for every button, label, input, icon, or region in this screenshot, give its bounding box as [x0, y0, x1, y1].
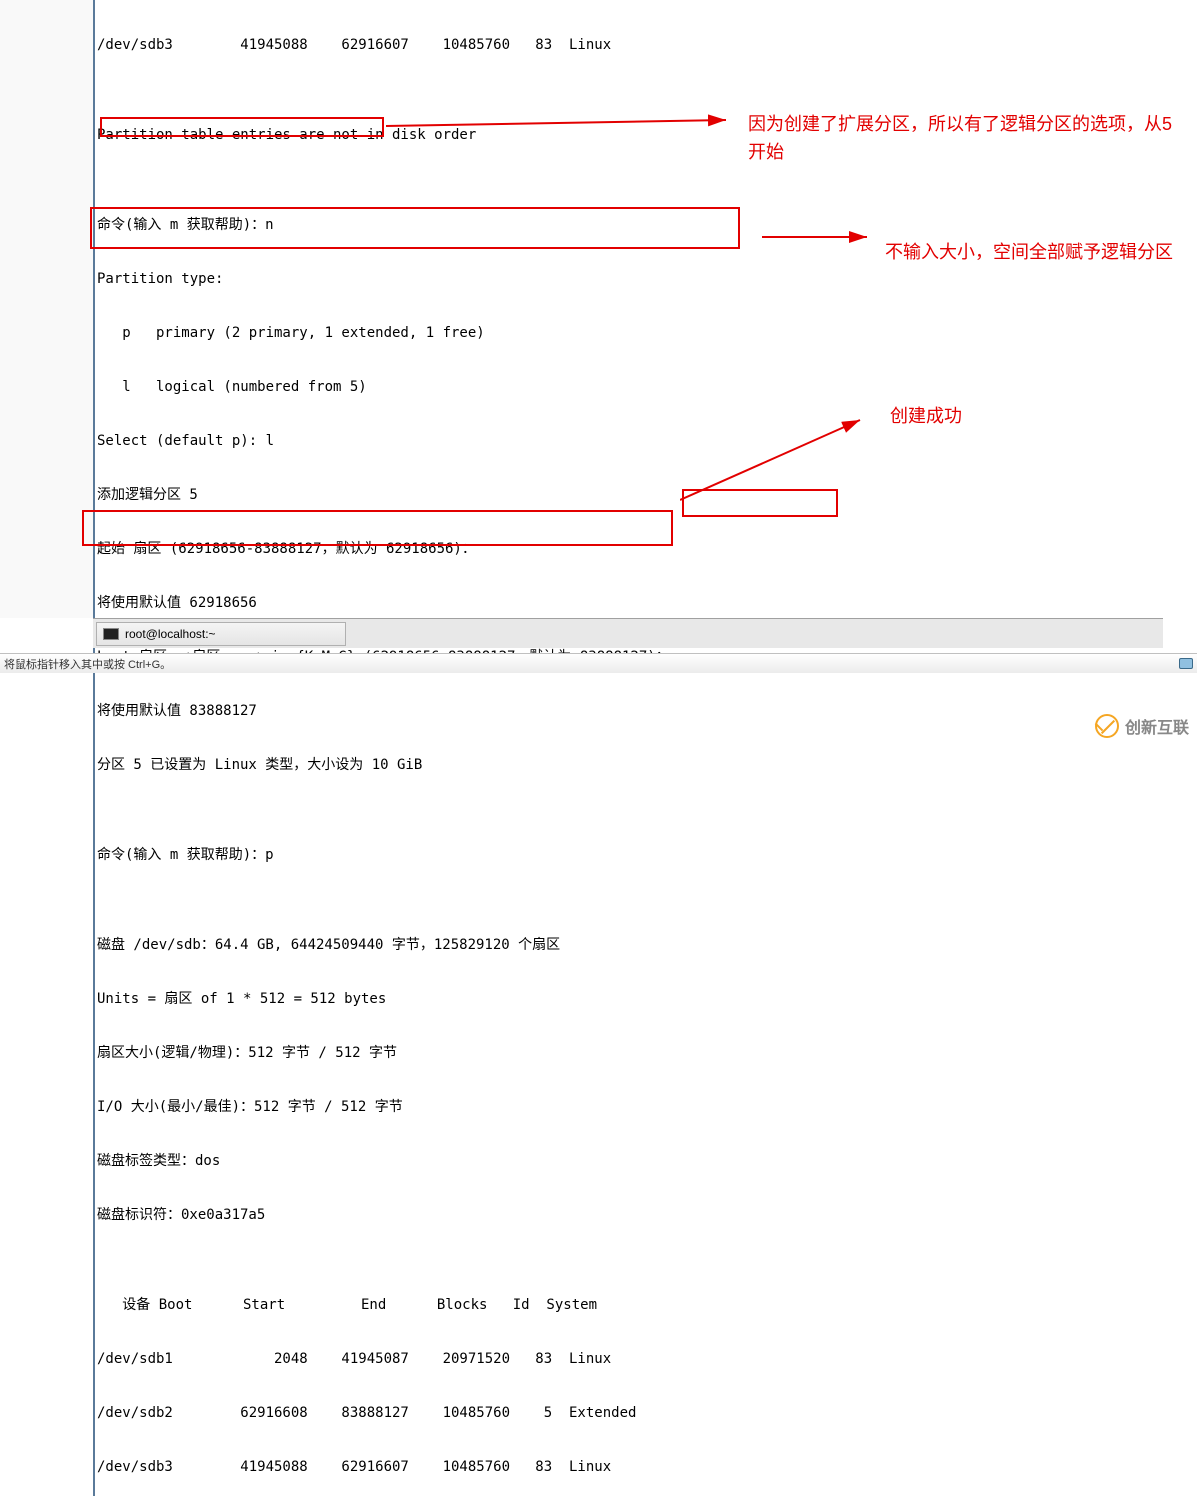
terminal-content[interactable]: /dev/sdb3 41945088 62916607 10485760 83 … [93, 0, 1163, 1496]
terminal-line: Partition type: [97, 270, 1163, 288]
monitor-icon [1179, 658, 1193, 669]
terminal-line: l logical (numbered from 5) [97, 378, 1163, 396]
statusbar: 将鼠标指针移入其中或按 Ctrl+G。 [0, 653, 1197, 673]
terminal-line: 命令(输入 m 获取帮助)：p [97, 846, 1163, 864]
taskbar-label: root@localhost:~ [125, 627, 216, 641]
terminal-line: p primary (2 primary, 1 extended, 1 free… [97, 324, 1163, 342]
terminal-line: Select (default p): l [97, 432, 1163, 450]
annotation-success: 创建成功 [890, 402, 962, 430]
terminal-line: /dev/sdb3 41945088 62916607 10485760 83 … [97, 1458, 1163, 1476]
terminal-line: /dev/sdb1 2048 41945087 20971520 83 Linu… [97, 1350, 1163, 1368]
taskbar: root@localhost:~ [93, 618, 1163, 648]
watermark-logo-icon [1095, 714, 1119, 738]
terminal-line: 分区 5 已设置为 Linux 类型，大小设为 10 GiB [97, 756, 1163, 774]
taskbar-item-terminal[interactable]: root@localhost:~ [96, 622, 346, 646]
annotation-logical-option: 因为创建了扩展分区，所以有了逻辑分区的选项，从5开始 [748, 110, 1178, 166]
terminal-line: 将使用默认值 62918656 [97, 594, 1163, 612]
terminal-line: 磁盘标签类型：dos [97, 1152, 1163, 1170]
terminal-line: /dev/sdb3 41945088 62916607 10485760 83 … [97, 36, 1163, 54]
terminal-icon [103, 628, 119, 640]
terminal-line: 将使用默认值 83888127 [97, 702, 1163, 720]
terminal-line: 添加逻辑分区 5 [97, 486, 1163, 504]
statusbar-text: 将鼠标指针移入其中或按 Ctrl+G。 [4, 656, 171, 672]
terminal-line: 命令(输入 m 获取帮助)：n [97, 216, 1163, 234]
terminal-line: 设备 Boot Start End Blocks Id System [97, 1296, 1163, 1314]
terminal-line: Units = 扇区 of 1 * 512 = 512 bytes [97, 990, 1163, 1008]
watermark-text: 创新互联 [1125, 714, 1189, 738]
annotation-no-size: 不输入大小，空间全部赋予逻辑分区 [885, 238, 1195, 266]
terminal-line: 起始 扇区 (62918656-83888127，默认为 62918656)： [97, 540, 1163, 558]
terminal-line: 扇区大小(逻辑/物理)：512 字节 / 512 字节 [97, 1044, 1163, 1062]
terminal-line: 磁盘标识符：0xe0a317a5 [97, 1206, 1163, 1224]
terminal-line: 磁盘 /dev/sdb：64.4 GB, 64424509440 字节，1258… [97, 936, 1163, 954]
watermark: 创新互联 [1095, 714, 1189, 738]
terminal-line: I/O 大小(最小/最佳)：512 字节 / 512 字节 [97, 1098, 1163, 1116]
terminal-line: /dev/sdb2 62916608 83888127 10485760 5 E… [97, 1404, 1163, 1422]
left-gutter [0, 0, 93, 618]
